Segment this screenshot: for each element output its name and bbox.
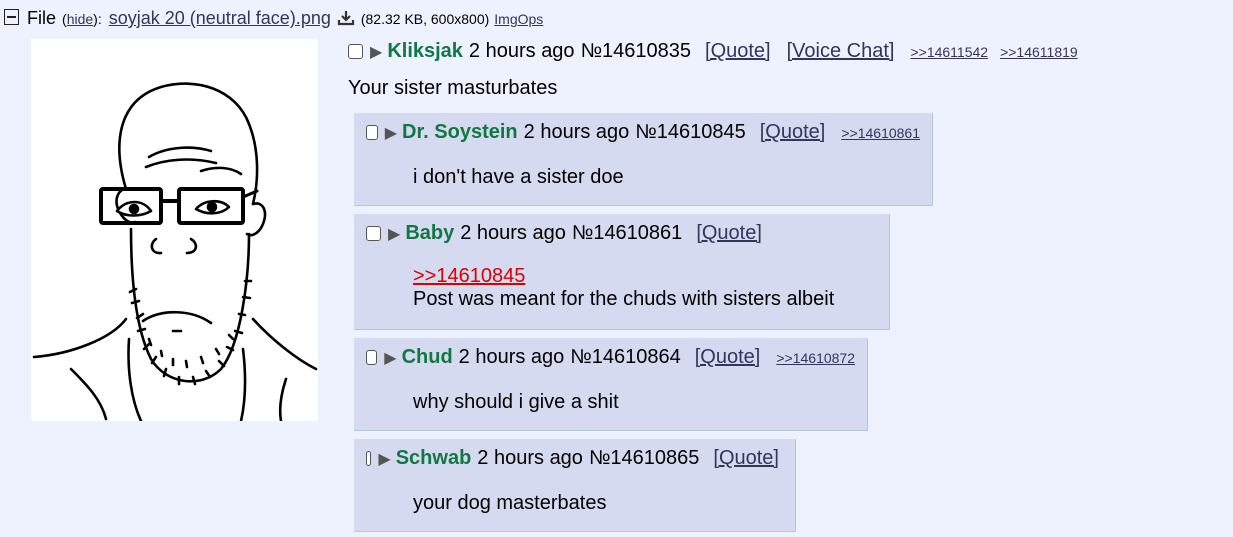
quote-link[interactable]: [Quote] — [760, 121, 826, 144]
reply-post: ▶ Baby 2 hours ago №14610861 [Quote] >>1… — [354, 214, 890, 330]
quote-link[interactable]: [Quote] — [696, 222, 762, 245]
reply-post: ▶ Schwab 2 hours ago №14610865 [Quote] y… — [354, 439, 796, 532]
op-post-header: ▶ Kliksjak 2 hours ago №14610835 [Quote]… — [348, 40, 1090, 63]
backlink[interactable]: >>14610861 — [841, 125, 920, 141]
reply-header: ▶ Baby 2 hours ago №14610861 [Quote] — [366, 222, 889, 245]
post-checkbox[interactable] — [366, 125, 378, 140]
post-number[interactable]: №14610865 — [589, 447, 699, 470]
reply-header: ▶ Schwab 2 hours ago №14610865 [Quote] — [366, 447, 795, 470]
reply-header: ▶ Chud 2 hours ago №14610864 [Quote] >>1… — [366, 346, 867, 369]
triangle-expand-icon[interactable]: ▶ — [370, 42, 382, 62]
voice-chat-link[interactable]: [Voice Chat] — [787, 40, 895, 63]
post-time: 2 hours ago — [458, 346, 565, 368]
post-number[interactable]: №14610835 — [581, 40, 691, 63]
filename-link[interactable]: soyjak 20 (neutral face).png — [109, 8, 331, 29]
post-number[interactable]: №14610845 — [635, 121, 745, 144]
file-label: File — [27, 8, 57, 28]
hide-wrapper: (hide): — [62, 11, 102, 27]
post-number[interactable]: №14610864 — [570, 346, 680, 369]
poster-name: Kliksjak — [387, 40, 463, 62]
quote-reference-link[interactable]: >>14610845 — [413, 265, 889, 288]
post-checkbox[interactable] — [348, 44, 363, 59]
reply-header: ▶ Dr. Soystein 2 hours ago №14610845 [Qu… — [366, 121, 932, 144]
backlink[interactable]: >>14611819 — [1000, 44, 1078, 60]
reply-post: ▶ Dr. Soystein 2 hours ago №14610845 [Qu… — [354, 113, 933, 206]
file-info-line: File (hide): soyjak 20 (neutral face).pn… — [4, 8, 543, 29]
post-body: i don't have a sister doe — [413, 166, 624, 188]
poster-name: Baby — [405, 222, 455, 244]
post-number[interactable]: №14610861 — [572, 222, 682, 245]
soyjak-thumbnail-image[interactable] — [31, 39, 318, 423]
poster-name: Schwab — [395, 447, 472, 469]
download-icon[interactable] — [337, 10, 355, 26]
op-post: ▶ Kliksjak 2 hours ago №14610835 [Quote]… — [348, 40, 1090, 100]
triangle-expand-icon[interactable]: ▶ — [384, 348, 396, 368]
quote-link[interactable]: [Quote] — [695, 346, 761, 369]
hide-link[interactable]: hide — [67, 11, 93, 27]
reply-post: ▶ Chud 2 hours ago №14610864 [Quote] >>1… — [354, 338, 868, 431]
post-time: 2 hours ago — [468, 40, 575, 62]
collapse-icon[interactable] — [4, 9, 19, 25]
post-checkbox[interactable] — [366, 451, 372, 466]
triangle-expand-icon[interactable]: ▶ — [378, 449, 390, 469]
post-time: 2 hours ago — [460, 222, 566, 244]
post-time: 2 hours ago — [523, 121, 630, 143]
triangle-expand-icon[interactable]: ▶ — [385, 123, 397, 143]
imgops-link[interactable]: ImgOps — [494, 11, 543, 27]
quote-link[interactable]: [Quote] — [713, 447, 779, 470]
post-body: your dog masterbates — [413, 492, 607, 514]
post-body: Your sister masturbates — [348, 77, 558, 99]
post-body: >>14610845 Post was meant for the chuds … — [413, 265, 889, 311]
post-time: 2 hours ago — [477, 447, 583, 469]
post-checkbox[interactable] — [366, 226, 381, 241]
quote-link[interactable]: [Quote] — [705, 40, 771, 63]
triangle-expand-icon[interactable]: ▶ — [388, 224, 400, 244]
post-body: why should i give a shit — [413, 391, 619, 413]
file-meta: (82.32 KB, 600x800) — [360, 11, 490, 27]
poster-name: Chud — [401, 346, 453, 368]
backlink[interactable]: >>14611542 — [910, 44, 988, 60]
post-text: Post was meant for the chuds with sister… — [413, 288, 835, 310]
poster-name: Dr. Soystein — [402, 121, 518, 143]
post-checkbox[interactable] — [366, 350, 378, 365]
backlink[interactable]: >>14610872 — [776, 350, 855, 366]
